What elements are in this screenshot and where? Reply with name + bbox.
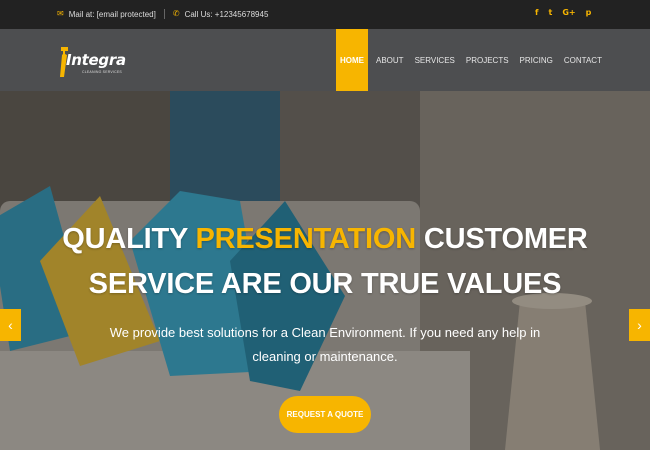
hero-title-part3: CUSTOMER [416, 223, 588, 255]
facebook-icon[interactable]: f [535, 8, 538, 17]
nav-about[interactable]: ABOUT [371, 29, 409, 91]
logo-name: Integra [66, 51, 126, 69]
divider [163, 9, 165, 19]
hero-title-highlight: PRESENTATION [195, 223, 417, 255]
top-bar: ✉ Mail at: [email protected] ✆ Call Us: … [0, 0, 650, 29]
hero-slider: QUALITY PRESENTATION CUSTOMER SERVICE AR… [0, 91, 650, 450]
main-nav: HOME ABOUT SERVICES PROJECTS PRICING CON… [336, 29, 607, 91]
slider-prev-button[interactable]: ‹ [0, 309, 21, 341]
nav-home[interactable]: HOME [336, 29, 368, 91]
nav-contact[interactable]: CONTACT [559, 29, 607, 91]
social-links: f t G+ p [535, 8, 601, 17]
hero-title-line2: SERVICE ARE OUR TRUE VALUES [88, 268, 562, 300]
contact-info: ✉ Mail at: [email protected] ✆ Call Us: … [57, 9, 268, 19]
slider-next-button[interactable]: › [629, 309, 650, 341]
phone-text[interactable]: Call Us: +12345678945 [185, 10, 269, 19]
google-plus-icon[interactable]: G+ [562, 8, 575, 17]
nav-services[interactable]: SERVICES [410, 29, 460, 91]
phone-icon: ✆ [172, 9, 180, 18]
envelope-icon: ✉ [57, 9, 64, 18]
site-header: Integra CLEANING SERVICES HOME ABOUT SER… [0, 29, 650, 91]
nav-pricing[interactable]: PRICING [515, 29, 558, 91]
nav-projects[interactable]: PROJECTS [461, 29, 514, 91]
mail-info: ✉ Mail at: [email protected] [57, 10, 156, 19]
logo[interactable]: Integra CLEANING SERVICES [57, 45, 127, 79]
mail-text[interactable]: Mail at: [email protected] [69, 10, 156, 19]
hero-title-line1: QUALITY PRESENTATION CUSTOMER [0, 223, 650, 256]
hero-title-part1: QUALITY [62, 223, 196, 255]
pinterest-icon[interactable]: p [586, 8, 592, 17]
chevron-right-icon: › [637, 317, 642, 333]
hero-description: We provide best solutions for a Clean En… [109, 325, 541, 364]
phone-info: ✆ Call Us: +12345678945 [173, 10, 269, 19]
request-quote-button[interactable]: REQUEST A QUOTE [279, 396, 371, 433]
logo-subtitle: CLEANING SERVICES [82, 70, 122, 74]
chevron-left-icon: ‹ [8, 317, 13, 333]
twitter-icon[interactable]: t [548, 8, 552, 17]
